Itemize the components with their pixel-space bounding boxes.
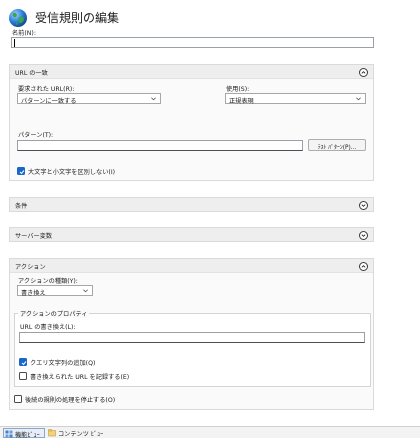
- server-variables-header[interactable]: サーバー変数: [10, 228, 373, 241]
- action-type-select[interactable]: 書き換え: [17, 285, 93, 297]
- ignore-case-checkbox[interactable]: [17, 167, 25, 175]
- test-pattern-button[interactable]: ﾃｽﾄ ﾊﾟﾀｰﾝ(P)...: [308, 139, 366, 151]
- text-caret: [14, 39, 15, 47]
- tab-features-view[interactable]: 機能ﾋﾞｭｰ: [3, 428, 45, 438]
- view-tabs-bar: 機能ﾋﾞｭｰ コンテンツ ﾋﾞｭｰ: [0, 426, 420, 438]
- page-title: 受信規則の編集: [35, 11, 120, 25]
- tab-features-view-label: 機能ﾋﾞｭｰ: [15, 432, 40, 438]
- action-properties-title: アクションのプロパティ: [18, 309, 90, 318]
- pattern-input[interactable]: [17, 140, 303, 151]
- expand-icon[interactable]: [359, 231, 368, 240]
- conditions-header[interactable]: 条件: [10, 198, 373, 211]
- name-label: 名前(N):: [12, 30, 36, 37]
- log-rewritten-checkbox[interactable]: [19, 372, 27, 380]
- using-label: 使用(S):: [226, 86, 250, 93]
- tab-content-view[interactable]: コンテンツ ﾋﾞｭｰ: [47, 428, 103, 438]
- ignore-case-label: 大文字と小文字を区別しない(I): [28, 169, 116, 176]
- content-view-icon: [48, 429, 56, 437]
- chevron-down-icon: [151, 97, 156, 101]
- conditions-section: 条件: [9, 197, 374, 212]
- append-query-label: クエリ文字列の追加(Q): [30, 360, 96, 367]
- rewrite-url-input[interactable]: [19, 332, 365, 343]
- append-query-checkbox[interactable]: [19, 358, 27, 366]
- action-header[interactable]: アクション: [10, 259, 373, 273]
- chevron-down-icon: [356, 97, 361, 101]
- url-match-section: URL の一致: [9, 64, 374, 181]
- using-select[interactable]: 正規表現: [225, 93, 366, 105]
- pattern-label: パターン(T):: [18, 132, 54, 139]
- globe-icon: [8, 8, 28, 28]
- stop-processing-checkbox[interactable]: [14, 395, 22, 403]
- tab-content-view-label: コンテンツ ﾋﾞｭｰ: [58, 431, 104, 438]
- server-variables-title: サーバー変数: [15, 233, 53, 240]
- rewrite-url-label: URL の書き換え(L):: [20, 324, 76, 331]
- url-match-title: URL の一致: [15, 70, 48, 77]
- collapse-icon[interactable]: [359, 262, 368, 271]
- collapse-icon[interactable]: [359, 68, 368, 77]
- action-title: アクション: [15, 264, 46, 271]
- name-input[interactable]: [11, 37, 374, 48]
- conditions-title: 条件: [15, 203, 28, 210]
- using-value: 正規表現: [229, 97, 254, 105]
- action-type-value: 書き換え: [21, 289, 46, 297]
- stop-processing-label: 後続の規則の処理を停止する(O): [25, 397, 116, 404]
- server-variables-section: サーバー変数: [9, 227, 374, 242]
- chevron-down-icon: [83, 289, 88, 293]
- requested-url-label: 要求された URL(R):: [18, 86, 75, 93]
- requested-url-value: パターンに一致する: [21, 97, 77, 105]
- test-pattern-button-label: ﾃｽﾄ ﾊﾟﾀｰﾝ(P)...: [317, 145, 357, 151]
- features-view-icon: [5, 430, 13, 438]
- expand-icon[interactable]: [359, 201, 368, 210]
- url-match-header[interactable]: URL の一致: [10, 65, 373, 79]
- log-rewritten-label: 書き換えられた URL を記録する(E): [30, 374, 130, 381]
- action-type-label: アクションの種類(Y):: [18, 278, 78, 285]
- requested-url-select[interactable]: パターンに一致する: [17, 93, 161, 105]
